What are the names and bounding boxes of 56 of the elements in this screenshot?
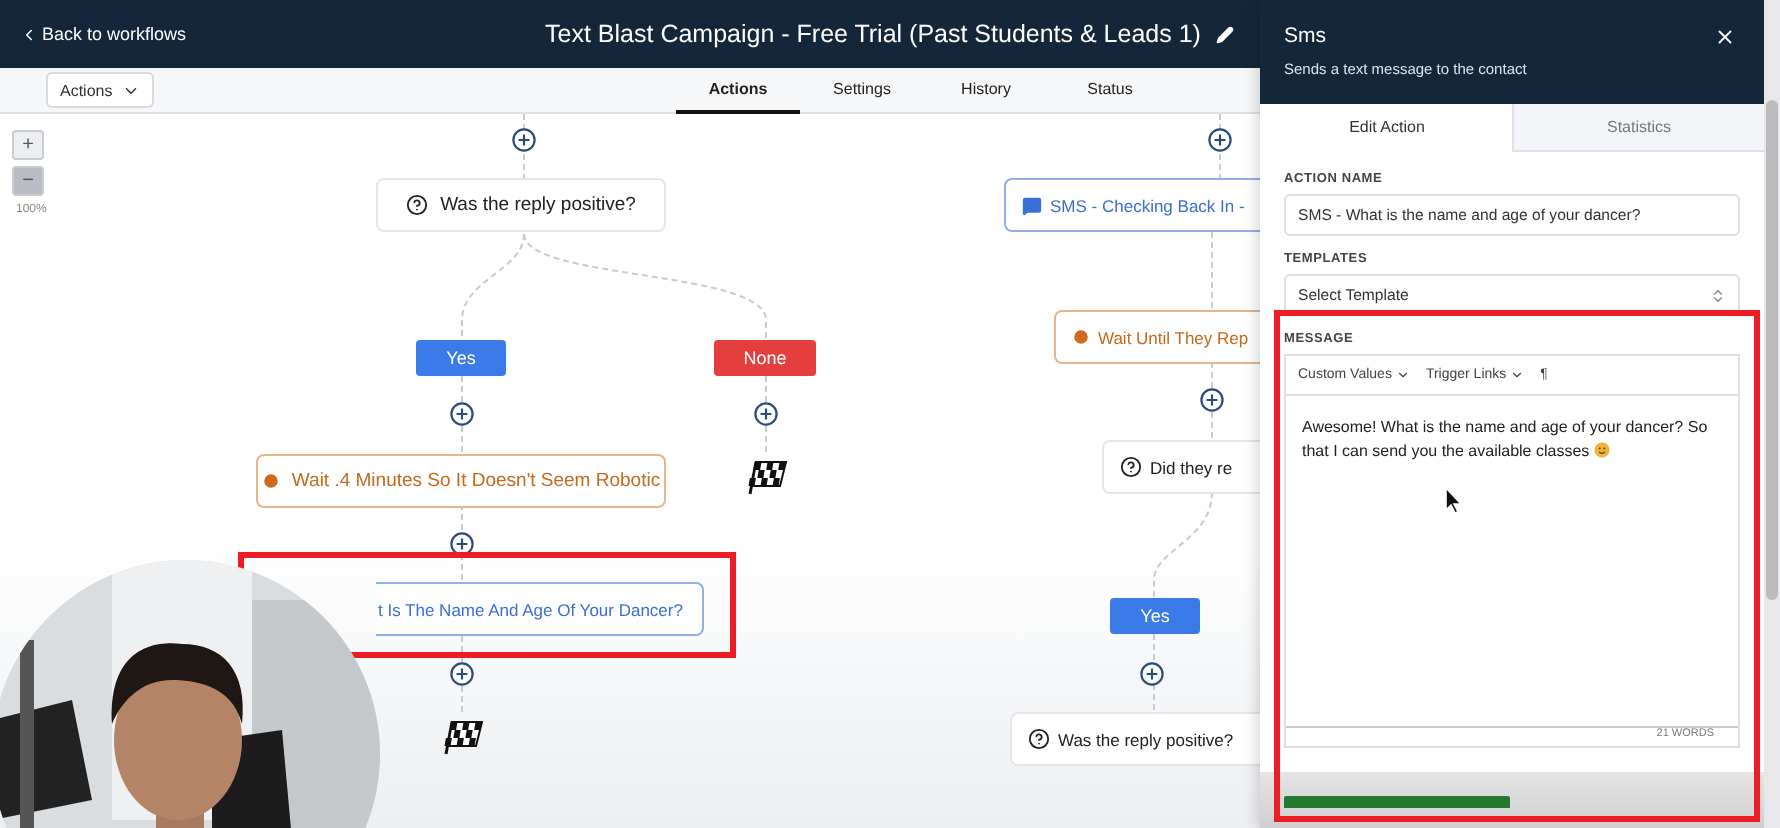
add-step-icon[interactable] [1140,662,1164,686]
workflow-node[interactable]: Wait Until They Rep [1054,310,1260,364]
cursor-icon [1444,486,1464,514]
tab[interactable]: History [924,68,1048,114]
workflow-node[interactable]: Did they re [1102,440,1260,494]
node-label: Was the reply positive? [1058,729,1234,749]
workflow-node[interactable]: t Is The Name And Age Of Your Dancer? [376,582,704,636]
connector-line [461,375,463,455]
node-label: Wait Until They Rep [1098,327,1249,347]
panel-title: Sms [1284,24,1326,48]
connector-line [1153,491,1213,599]
connector-line [765,375,767,457]
select-icon [1710,287,1726,303]
message-icon [1022,195,1042,215]
workflow-node[interactable]: Wait .4 Minutes So It Doesn't Seem Robotic [256,454,666,508]
actions-dropdown[interactable]: Actions [46,72,155,108]
branch-button[interactable]: Yes [1110,598,1200,634]
branch-button[interactable]: None [714,340,816,376]
chevron-down-icon [1510,368,1525,382]
tab[interactable]: Status [1048,68,1172,114]
back-link[interactable]: Back to workflows [20,24,187,44]
zoom-in-button[interactable]: + [12,130,44,160]
scrollbar[interactable] [1766,100,1778,600]
panel-tab[interactable]: Statistics [1512,104,1764,152]
node-label: Wait .4 Minutes So It Doesn't Seem Robotic [291,470,661,492]
add-step-icon[interactable] [450,662,474,686]
workflow-node[interactable]: Was the reply positive? [1010,712,1260,766]
workflow-node[interactable]: SMS - Checking Back In - [1004,178,1260,232]
workflow-title: Text Blast Campaign - Free Trial (Past Students & Leads 1) [545,20,1201,48]
branch-button[interactable]: Yes [416,340,506,376]
add-step-icon[interactable] [754,402,778,426]
chevron-left-icon [20,25,38,43]
add-step-icon[interactable] [450,532,474,556]
node-label: Did they re [1150,457,1233,477]
edit-icon[interactable] [1216,25,1235,43]
chevron-down-icon [1395,368,1410,382]
add-step-icon[interactable] [450,402,474,426]
help-icon [1028,728,1050,750]
connector-line [461,635,463,717]
node-label: SMS - Checking Back In - [1050,195,1245,215]
add-step-icon[interactable] [1208,128,1232,152]
help-icon [1120,456,1142,478]
node-label: Was the reply positive? [440,194,636,216]
add-step-icon[interactable] [1200,388,1224,412]
workflow-node[interactable]: Was the reply positive? [376,178,666,232]
close-button[interactable] [1714,26,1736,48]
zoom-out-button[interactable]: − [12,166,44,196]
smiley-icon [1593,441,1610,458]
node-label: t Is The Name And Age Of Your Dancer? [378,599,683,619]
tab[interactable]: Settings [800,68,924,114]
connector-line [1211,231,1213,311]
connector-line [1153,633,1155,713]
connector-line [1211,361,1213,441]
message-field[interactable]: Awesome! What is the name and age of your dancer? So that I can send you the available classes [1286,396,1738,726]
help-icon [406,194,429,216]
add-step-icon[interactable] [512,128,536,152]
